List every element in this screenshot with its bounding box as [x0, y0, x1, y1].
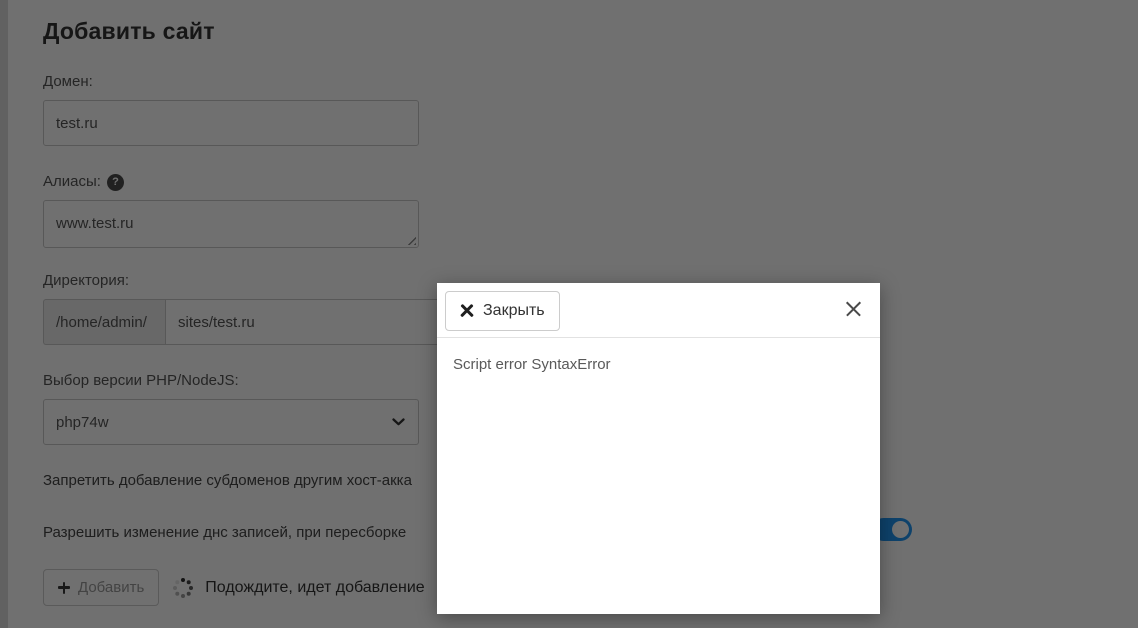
error-modal-body: Script error SyntaxError: [437, 338, 880, 391]
error-modal: Закрыть Script error SyntaxError: [437, 283, 880, 614]
error-modal-header: Закрыть: [437, 283, 880, 338]
error-message: Script error SyntaxError: [453, 356, 611, 373]
modal-corner-close[interactable]: [845, 300, 862, 317]
times-heavy-icon: [460, 304, 474, 318]
modal-close-button-label: Закрыть: [483, 302, 545, 319]
modal-close-button[interactable]: Закрыть: [445, 291, 560, 331]
close-x-icon: [845, 300, 862, 317]
